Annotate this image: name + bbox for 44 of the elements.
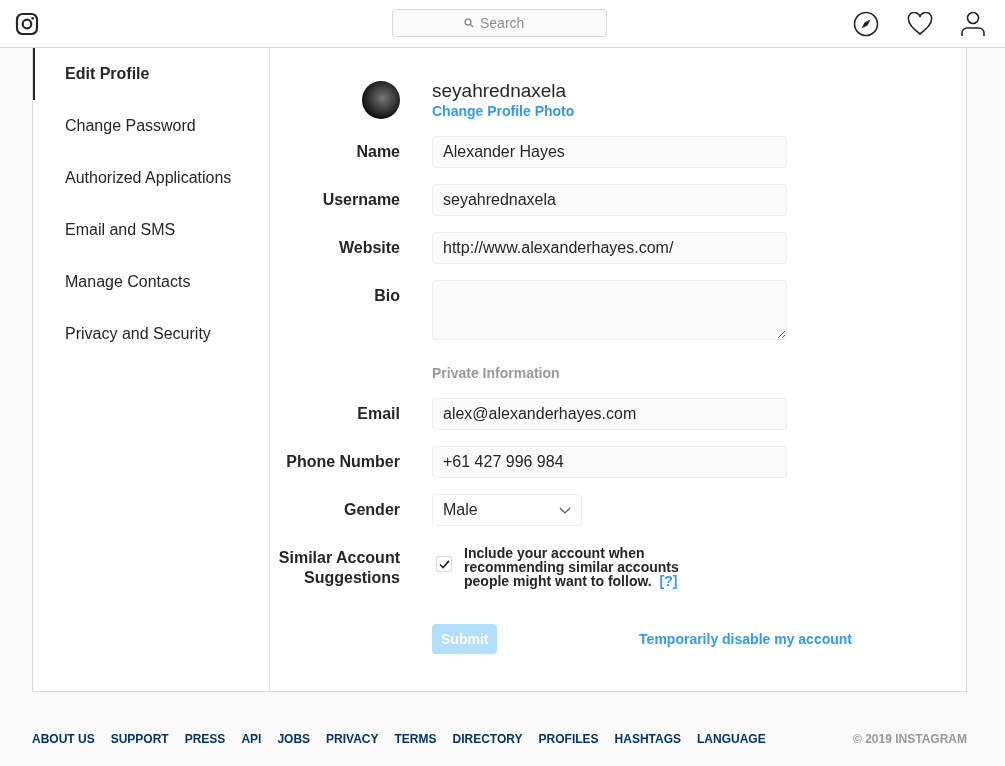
sidebar-item[interactable]: Privacy and Security	[33, 308, 269, 360]
footer-link[interactable]: LANGUAGE	[697, 732, 766, 746]
text-field[interactable]: seyahrednaxela	[432, 184, 787, 216]
field-label: Username	[322, 190, 400, 210]
section-heading: Private Information	[432, 364, 561, 382]
footer-link[interactable]: PRIVACY	[326, 732, 379, 746]
bio-field[interactable]	[432, 280, 787, 340]
sidebar-item[interactable]: Change Password	[33, 100, 269, 152]
chevron-down-icon	[559, 506, 571, 514]
footer-link[interactable]: TERMS	[394, 732, 437, 746]
search-field[interactable]: Search	[392, 9, 607, 37]
sidebar-item[interactable]: Email and SMS	[33, 204, 269, 256]
field-label: Bio	[374, 286, 400, 306]
heart-icon[interactable]	[907, 11, 933, 36]
footer-link[interactable]: PRESS	[184, 732, 226, 746]
text-field[interactable]: alex@alexanderhayes.com	[432, 398, 787, 430]
footer-link[interactable]: PROFILES	[538, 732, 599, 746]
field-label: Similar Account Suggestions	[277, 548, 400, 588]
footer-link[interactable]: HASHTAGS	[614, 732, 681, 746]
text-field[interactable]: +61 427 996 984	[432, 446, 787, 478]
text-field[interactable]: Alexander Hayes	[432, 136, 787, 168]
field-label: Name	[356, 142, 400, 162]
copyright-text: © 2019 INSTAGRAM	[853, 732, 967, 746]
checkbox-description: Include your account when recommending similar accounts people might want to follow. [?]	[464, 546, 680, 588]
person-icon[interactable]	[961, 10, 985, 37]
field-label: Email	[357, 404, 400, 424]
field-label: Website	[338, 238, 400, 258]
sidebar-item[interactable]: Manage Contacts	[33, 256, 269, 308]
footer-link[interactable]: ABOUT US	[32, 732, 95, 746]
sidebar-item[interactable]: Authorized Applications	[33, 152, 269, 204]
compass-icon[interactable]	[853, 10, 879, 37]
text-field[interactable]: http://www.alexanderhayes.com/	[432, 232, 787, 264]
footer-link[interactable]: SUPPORT	[110, 732, 169, 746]
username-text: seyahrednaxela	[432, 80, 568, 102]
footer-link[interactable]: DIRECTORY	[452, 732, 523, 746]
avatar-placeholder	[362, 81, 400, 119]
checkbox[interactable]	[436, 556, 452, 572]
footer-link[interactable]: API	[241, 732, 262, 746]
camera-logo-icon[interactable]	[15, 11, 39, 36]
sidebar-item[interactable]: Edit Profile	[33, 48, 269, 100]
field-label: Gender	[344, 500, 400, 520]
gender-dropdown[interactable]: Male	[432, 494, 582, 526]
field-label: Phone Number	[286, 452, 400, 472]
footer-link[interactable]: JOBS	[277, 732, 311, 746]
